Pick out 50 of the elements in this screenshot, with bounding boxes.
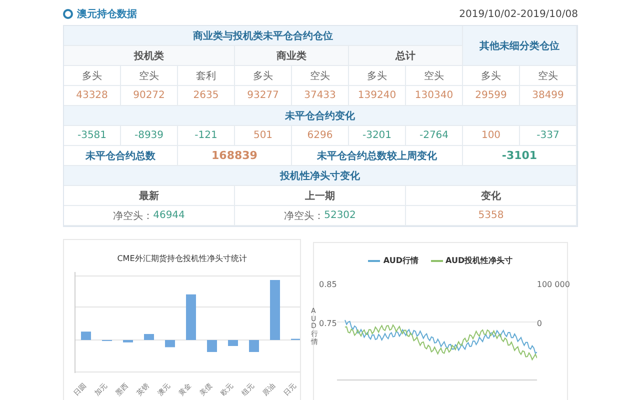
bar <box>164 340 174 348</box>
column-header: 多头 <box>463 66 520 86</box>
table-header: 其他未细分类仓位 <box>463 26 577 66</box>
table-cell: -337 <box>520 126 577 146</box>
column-header: 空头 <box>292 66 349 86</box>
axis-tick: 100 000 <box>536 280 570 289</box>
legend-label: AUD投机性净头寸 <box>446 255 513 266</box>
axis-tick: 0.85 <box>319 280 337 289</box>
column-header: 空头 <box>121 66 178 86</box>
bar <box>122 340 132 342</box>
column-header: 上一期 <box>235 186 406 206</box>
column-header: 空头 <box>406 66 463 86</box>
table-cell: -2764 <box>406 126 463 146</box>
bar <box>270 280 280 340</box>
table-cell: -3201 <box>349 126 406 146</box>
column-header: 套利 <box>178 66 235 86</box>
table-cell: 6296 <box>292 126 349 146</box>
table-header: 总计 <box>349 46 463 66</box>
column-header: 空头 <box>520 66 577 86</box>
bar <box>144 334 154 340</box>
bar <box>228 340 238 346</box>
table-cell: 净空头：52302 <box>235 206 406 226</box>
table-header: 投机性净头寸变化 <box>64 166 577 186</box>
table-cell: -8939 <box>121 126 178 146</box>
axis-tick: 0.75 <box>319 319 337 328</box>
table-cell: 净空头：46944 <box>64 206 235 226</box>
legend-label: AUD行情 <box>383 255 418 266</box>
chart-title: CME外汇期货持仓投机性净头寸统计 <box>117 253 247 264</box>
bar <box>186 294 196 340</box>
section-title: 澳元持仓数据 <box>77 8 137 21</box>
bar <box>248 340 258 352</box>
table-cell: -121 <box>178 126 235 146</box>
table-header: 商业类 <box>235 46 349 66</box>
table-cell: -3581 <box>64 126 121 146</box>
table-cell: 501 <box>235 126 292 146</box>
table-cell: 5358 <box>406 206 577 226</box>
column-header: 多头 <box>349 66 406 86</box>
column-header: 最新 <box>64 186 235 206</box>
bar <box>80 332 90 340</box>
table-cell: 100 <box>463 126 520 146</box>
circle-icon <box>63 9 73 19</box>
axis-tick: 0 <box>536 319 543 328</box>
table-header: 未平仓合约变化 <box>64 106 577 126</box>
bar <box>206 340 216 352</box>
column-header: 变化 <box>406 186 577 206</box>
table-header: 商业类与投机类未平仓合约仓位 <box>64 26 463 46</box>
column-header: 多头 <box>64 66 121 86</box>
table-header: 投机类 <box>64 46 235 66</box>
date-range: 2019/10/02-2019/10/08 <box>459 8 578 20</box>
column-header: 多头 <box>235 66 292 86</box>
